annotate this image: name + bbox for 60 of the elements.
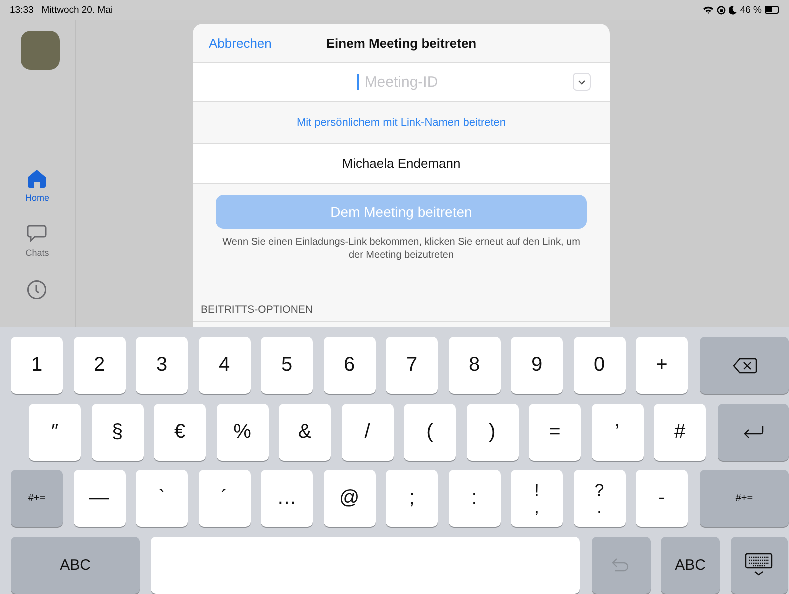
keyboard-key[interactable]: 9: [511, 337, 563, 394]
sidebar-item[interactable]: [27, 280, 48, 300]
battery-percent: 46 %: [740, 4, 762, 16]
keyboard-key[interactable]: -: [636, 470, 688, 527]
keyboard-key[interactable]: %: [216, 404, 268, 460]
chevron-down-icon: [578, 80, 586, 84]
moon-icon: [729, 6, 738, 14]
home-icon: [27, 169, 48, 188]
return-arrow-icon: [742, 425, 764, 439]
keyboard-key[interactable]: 5: [261, 337, 313, 394]
status-time: 13:33: [10, 4, 34, 16]
wifi-icon: [703, 6, 714, 14]
keyboard-key[interactable]: 8: [448, 337, 500, 394]
rotation-lock-icon: [717, 6, 726, 14]
dialog-title: Einem Meeting beitreten: [326, 36, 477, 50]
clock-icon: [27, 280, 48, 300]
chat-bubble-icon: [27, 225, 48, 243]
keyboard-key[interactable]: ;: [386, 470, 438, 527]
meeting-id-field[interactable]: Meeting-ID: [193, 63, 610, 101]
keyboard-key[interactable]: …: [261, 470, 313, 527]
keyboard-key[interactable]: 1: [11, 337, 63, 394]
keyboard-key[interactable]: 2: [74, 337, 126, 394]
keyboard-key[interactable]: 0: [574, 337, 626, 394]
keyboard-key[interactable]: :: [448, 470, 500, 527]
backspace-icon: [732, 358, 756, 374]
keyboard-key[interactable]: ABC: [11, 536, 140, 594]
keyboard-key[interactable]: (: [404, 404, 456, 460]
avatar-photo-placeholder[interactable]: [21, 31, 60, 70]
dropdown-button[interactable]: [573, 73, 591, 91]
keyboard-key[interactable]: 6: [324, 337, 376, 394]
keyboard-key[interactable]: @: [324, 470, 376, 527]
keyboard-key[interactable]: #: [654, 404, 706, 460]
keyboard-key[interactable]: —: [74, 470, 126, 527]
keyboard-key[interactable]: #+=: [700, 470, 789, 527]
keyboard-key[interactable]: ABC: [661, 536, 720, 594]
keyboard-key[interactable]: ? .: [574, 470, 626, 527]
keyboard-key[interactable]: &: [279, 404, 331, 460]
keyboard-key[interactable]: +: [636, 337, 688, 394]
battery-icon: [765, 6, 779, 14]
keyboard-key[interactable]: ″: [29, 404, 81, 460]
keyboard-key[interactable]: `: [136, 470, 188, 527]
section-header: BEITRITTS-OPTIONEN: [193, 304, 610, 322]
keyboard-key[interactable]: 3: [136, 337, 188, 394]
keyboard-key[interactable]: 4: [198, 337, 250, 394]
keyboard-key[interactable]: /: [342, 404, 394, 460]
keyboard-key[interactable]: ´: [198, 470, 250, 527]
keyboard-key[interactable]: §: [92, 404, 144, 460]
name-field[interactable]: Michaela Endemann: [193, 144, 610, 183]
keyboard-key[interactable]: =: [529, 404, 581, 460]
keyboard-key[interactable]: ’: [592, 404, 644, 460]
keyboard-key[interactable]: ): [466, 404, 518, 460]
keyboard-hide-icon: [745, 553, 773, 577]
keyboard-dismiss-key[interactable]: [730, 536, 788, 594]
keyboard-key[interactable]: €: [154, 404, 206, 460]
keyboard-key[interactable]: 7: [386, 337, 438, 394]
keyboard-key[interactable]: ! ,: [511, 470, 563, 527]
status-date: Mittwoch 20. Mai: [42, 4, 114, 16]
undo-icon: [612, 558, 630, 572]
hint-text: Wenn Sie einen Einladungs-Link bekommen, klicken Sie erneut auf den Link, um der Meeting beizutreten: [222, 236, 582, 262]
keyboard-key[interactable]: #+=: [11, 470, 63, 527]
